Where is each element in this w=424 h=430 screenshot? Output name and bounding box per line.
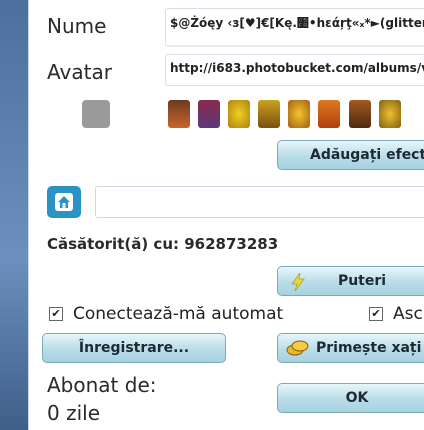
powers-label: Puteri <box>337 273 387 289</box>
home-icon <box>55 193 73 211</box>
second-checkbox-label: Asc <box>393 304 423 324</box>
powers-button[interactable]: Puteri <box>277 266 424 296</box>
avatar-image <box>82 100 110 128</box>
lightning-icon <box>291 272 305 292</box>
emoticon-7[interactable] <box>348 100 371 128</box>
avatar-label: Avatar <box>47 60 112 84</box>
emoticon-strip[interactable] <box>168 100 424 132</box>
emoticon-5[interactable] <box>288 100 311 128</box>
auto-connect-label: Conectează-mă automat <box>73 304 284 324</box>
add-effects-button[interactable]: Adăugați efecte <box>277 140 424 170</box>
get-coins-button[interactable]: Primește xați <box>277 333 424 363</box>
days-value: 0 zile <box>47 401 100 425</box>
name-field[interactable]: $@Żóęy ‹з[♥]€[Kę.׺•hεάŗţ«ₓ*►(glitterf <box>165 8 424 47</box>
avatar-url-field[interactable]: http://i683.photobucket.com/albums/v <box>165 54 424 86</box>
second-checkmark: ✔ <box>369 307 383 321</box>
status-field[interactable] <box>95 186 424 218</box>
emoticon-8[interactable] <box>378 100 401 128</box>
subscribed-label: Abonat de: <box>47 373 157 397</box>
emoticon-1[interactable] <box>168 100 190 128</box>
home-button[interactable] <box>47 186 81 218</box>
background-sidebar <box>0 0 30 430</box>
emoticon-6[interactable] <box>318 100 341 128</box>
married-label: Căsătorit(ă) cu: 962873283 <box>47 235 279 253</box>
emoticon-3[interactable] <box>228 100 251 128</box>
second-checkbox[interactable]: ✔ Asc <box>369 304 423 324</box>
auto-connect-checkmark: ✔ <box>49 307 63 321</box>
ok-button[interactable]: OK <box>277 383 424 413</box>
coins-icon <box>286 340 309 356</box>
emoticon-4[interactable] <box>258 100 281 128</box>
emoticon-2[interactable] <box>198 100 221 128</box>
auto-connect-checkbox[interactable]: ✔ Conectează-mă automat <box>49 304 283 324</box>
get-coins-label: Primește xați <box>316 340 422 356</box>
name-label: Nume <box>47 14 107 38</box>
register-button[interactable]: Înregistrare... <box>42 333 226 363</box>
